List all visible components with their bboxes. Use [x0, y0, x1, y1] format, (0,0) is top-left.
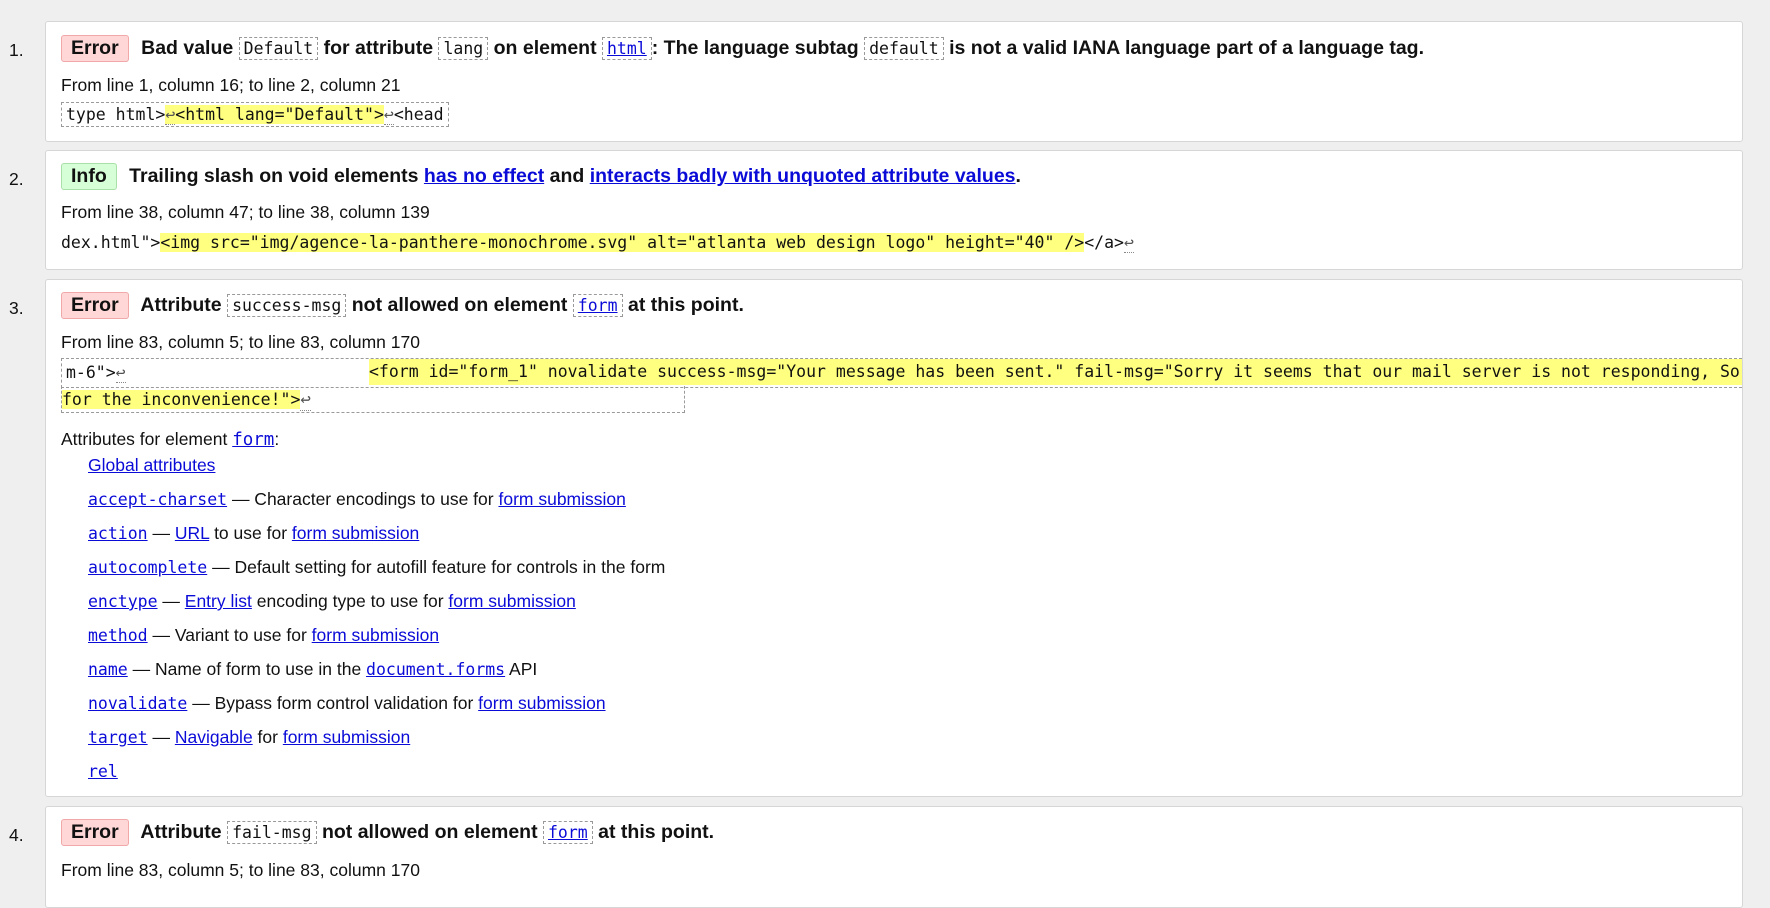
attribute-item: accept-charset — Character encodings to …	[88, 489, 626, 509]
attribute-item: action — URL to use for form submission	[88, 523, 420, 543]
form-submission-link[interactable]: form submission	[498, 489, 625, 509]
attribute-link-method[interactable]: method	[88, 626, 148, 645]
url-link[interactable]: URL	[175, 523, 209, 543]
error-badge: Error	[61, 819, 129, 846]
message-1: 1. Error Bad value Default for attribute…	[9, 21, 1743, 142]
attribute-item: name — Name of form to use in the docume…	[88, 659, 538, 679]
message-number: 1.	[9, 40, 24, 60]
message-headline: Error Attribute fail-msg not allowed on …	[61, 819, 714, 846]
attribute-item: target — Navigable for form submission	[88, 727, 411, 747]
line-break-icon: ↩	[300, 390, 311, 411]
error-badge: Error	[61, 292, 129, 319]
global-attributes-link[interactable]: Global attributes	[88, 455, 215, 475]
code-extract-continued: for the inconvenience!">↩	[61, 386, 685, 413]
line-break-icon: ↩	[383, 105, 394, 125]
message-location: From line 83, column 5; to line 83, colu…	[61, 860, 420, 880]
line-break-icon: ↩	[115, 363, 126, 383]
message-number: 2.	[9, 169, 24, 189]
attribute-item: enctype — Entry list encoding type to us…	[88, 591, 576, 611]
entry-list-link[interactable]: Entry list	[185, 591, 252, 611]
element-link-form[interactable]: form	[548, 823, 588, 842]
code-extract: type html>↩<html lang="Default">↩<head	[61, 101, 449, 128]
error-badge: Error	[61, 35, 129, 62]
code-value: Default	[238, 37, 319, 60]
form-submission-link[interactable]: form submission	[312, 625, 439, 645]
attribute-item: method — Variant to use for form submiss…	[88, 625, 440, 645]
element-link-form[interactable]: form	[578, 296, 618, 315]
code-extract: dex.html"><img src="img/agence-la-panthe…	[61, 233, 1134, 253]
has-no-effect-link[interactable]: has no effect	[424, 165, 544, 187]
attribute-link-autocomplete[interactable]: autocomplete	[88, 558, 207, 577]
attributes-form-link[interactable]: form	[232, 430, 274, 450]
message-location: From line 83, column 5; to line 83, colu…	[61, 332, 420, 352]
message-location: From line 38, column 47; to line 38, col…	[61, 202, 430, 222]
attribute-item: rel	[88, 758, 665, 792]
message-number: 3.	[9, 298, 24, 318]
attribute-link-name[interactable]: name	[88, 660, 128, 679]
code-attribute: fail-msg	[227, 821, 317, 844]
line-break-icon: ↩	[1123, 233, 1134, 253]
attribute-link-accept-charset[interactable]: accept-charset	[88, 490, 227, 509]
code-attribute: success-msg	[227, 294, 347, 317]
code-attribute: lang	[438, 37, 489, 60]
message-number: 4.	[9, 825, 24, 845]
form-submission-link[interactable]: form submission	[292, 523, 419, 543]
attributes-title: Attributes for element form:	[61, 429, 280, 450]
attribute-link-rel[interactable]: rel	[88, 762, 118, 781]
attribute-link-novalidate[interactable]: novalidate	[88, 694, 187, 713]
attribute-item: autocomplete — Default setting for autof…	[88, 557, 666, 577]
code-subtag: default	[864, 37, 944, 60]
message-4: 4. Error Attribute fail-msg not allowed …	[9, 806, 1743, 908]
line-break-icon: ↩	[165, 105, 176, 125]
attribute-link-target[interactable]: target	[88, 728, 148, 747]
element-link-html[interactable]: html	[607, 39, 647, 58]
form-submission-link[interactable]: form submission	[283, 727, 410, 747]
message-3: 3. Error Attribute success-msg not allow…	[9, 279, 1743, 797]
navigable-link[interactable]: Navigable	[175, 727, 253, 747]
attribute-link-enctype[interactable]: enctype	[88, 592, 158, 611]
attribute-item: Global attributes	[88, 452, 665, 486]
attributes-list: Global attributes accept-charset — Chara…	[88, 452, 665, 792]
message-headline: Error Attribute success-msg not allowed …	[61, 292, 744, 319]
attribute-item: novalidate — Bypass form control validat…	[88, 693, 606, 713]
form-submission-link[interactable]: form submission	[448, 591, 575, 611]
document-forms-link[interactable]: document.forms	[366, 660, 505, 679]
form-submission-link[interactable]: form submission	[478, 693, 605, 713]
code-extract: m-6">↩ <form id="form_1" novalidate succ…	[61, 358, 1742, 388]
attribute-link-action[interactable]: action	[88, 524, 148, 543]
message-2: 2. Info Trailing slash on void elements …	[9, 150, 1743, 270]
interacts-badly-link[interactable]: interacts badly with unquoted attribute …	[590, 165, 1016, 187]
message-headline: Info Trailing slash on void elements has…	[61, 163, 1021, 190]
message-headline: Error Bad value Default for attribute la…	[61, 35, 1424, 62]
message-location: From line 1, column 16; to line 2, colum…	[61, 75, 401, 95]
info-badge: Info	[61, 163, 117, 190]
